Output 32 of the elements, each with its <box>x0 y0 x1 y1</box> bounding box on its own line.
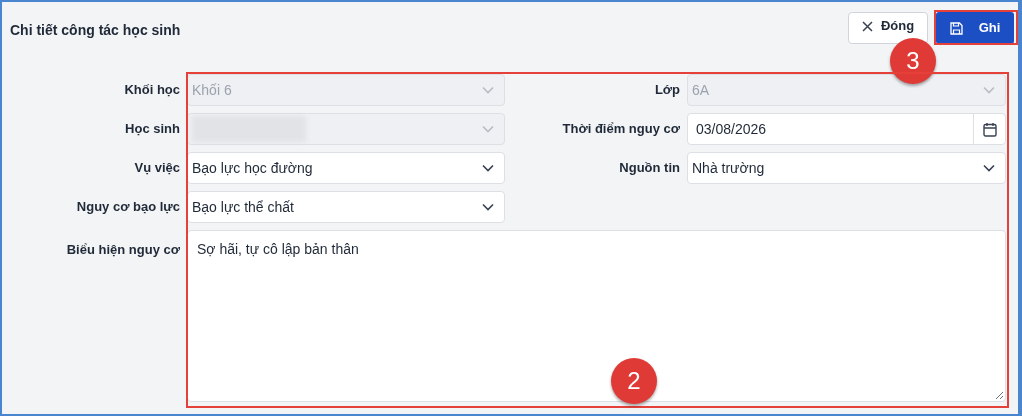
field-value: Bạo lực thể chất <box>192 197 294 217</box>
field-label: Biểu hiện nguy cơ <box>65 241 180 259</box>
field-value: Bạo lực học đường <box>192 158 313 178</box>
resize-handle-icon[interactable] <box>996 392 1003 399</box>
floppy-disk-icon <box>949 21 963 35</box>
calendar-icon <box>982 121 997 137</box>
field-label: Thời điểm nguy cơ <box>561 120 680 139</box>
select-field[interactable]: Bạo lực học đường <box>187 152 505 184</box>
field-value: Sợ hãi, tự cô lập bản thân <box>197 241 359 257</box>
field-value: 6A <box>692 80 710 100</box>
close-icon <box>861 20 873 32</box>
field-label: Lớp <box>653 81 680 100</box>
chevron-down-icon <box>482 86 494 94</box>
field-value: 03/08/2026 <box>696 119 767 139</box>
field-label: Khối học <box>123 81 180 100</box>
dialog-title: Chi tiết công tác học sinh <box>10 21 181 40</box>
field-label: Học sinh <box>124 120 180 139</box>
chevron-down-icon <box>983 86 995 94</box>
field-label: Nguồn tin <box>618 159 680 178</box>
date-field[interactable]: 03/08/2026 <box>687 113 1006 145</box>
field-value: Khối 6 <box>192 80 232 100</box>
field-label: Vụ việc <box>133 159 180 178</box>
field-value: Nhà trường <box>692 158 765 178</box>
chevron-down-icon <box>482 203 494 211</box>
chevron-down-icon <box>983 164 995 172</box>
close-button[interactable]: Đóng <box>848 12 928 44</box>
chevron-down-icon <box>482 125 494 133</box>
save-button[interactable]: Ghi <box>936 12 1014 44</box>
chevron-down-icon <box>482 164 494 172</box>
field-label: Nguy cơ bạo lực <box>75 198 180 217</box>
select-field[interactable]: Bạo lực thể chất <box>187 191 505 223</box>
select-field[interactable]: Nhà trường <box>687 152 1006 184</box>
